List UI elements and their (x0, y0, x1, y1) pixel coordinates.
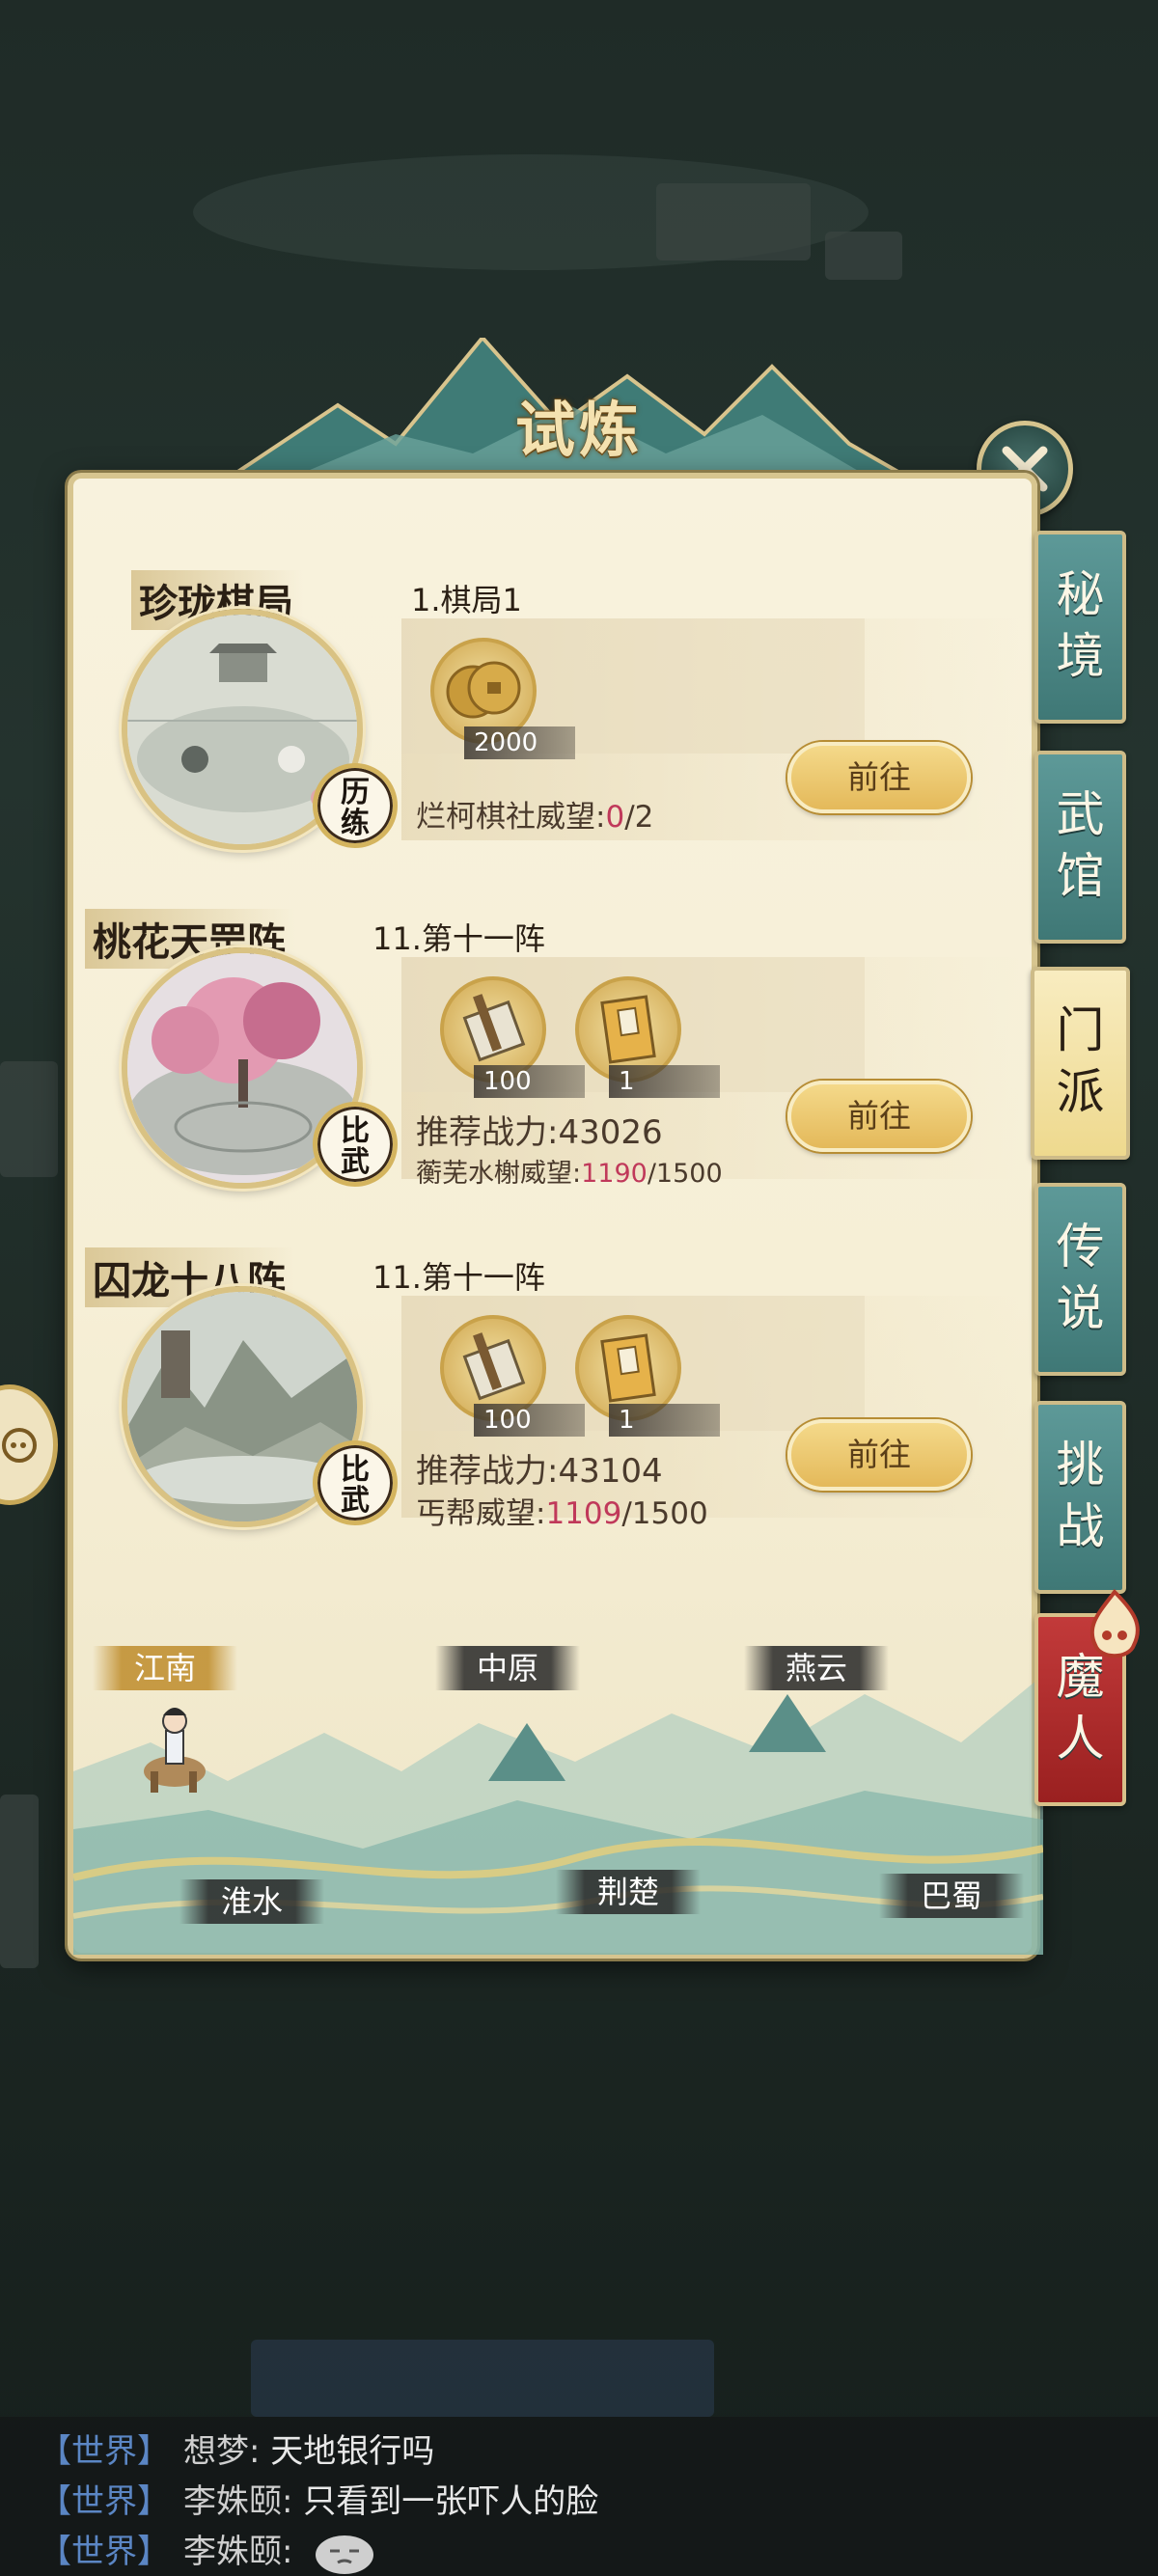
world-chat-panel[interactable]: 【世界】 想梦: 天地银行吗 【世界】 李姝颐: 只看到一张吓人的脸 【世界】 李姝颐… (0, 2417, 1158, 2576)
trial-panel: 珍珑棋局 1.棋局1 历练 2000 烂柯棋社威望:0/2 前往 桃花天罡阵 1… (68, 473, 1043, 1959)
trial-row: 囚龙十八阵 11.第十一阵 比武 100 1 推荐战力:43104 丐帮威望:1… (73, 1247, 1043, 1566)
tab-legend[interactable]: 传说 (1034, 1183, 1126, 1376)
trial-row: 桃花天罡阵 11.第十一阵 比武 100 1 推荐战力:43026 蘅芜水榭威望… (73, 909, 1043, 1227)
item-count: 100 (474, 1065, 585, 1098)
recommended-power: 推荐战力:43026 (416, 1113, 663, 1152)
tab-challenge[interactable]: 挑战 (1034, 1401, 1126, 1594)
item-count: 2000 (464, 726, 575, 759)
region-jingchu[interactable]: 荆楚 (556, 1870, 701, 1914)
background-house (825, 232, 902, 280)
region-zhongyuan[interactable]: 中原 (435, 1646, 580, 1690)
badge-training: 历练 (313, 763, 398, 848)
row-subtitle: 11.第十一阵 (372, 920, 545, 957)
reward-item[interactable]: 1 (570, 976, 720, 1098)
trial-row: 珍珑棋局 1.棋局1 历练 2000 烂柯棋社威望:0/2 前往 (73, 570, 1043, 889)
chat-bubble-button[interactable] (0, 1384, 58, 1505)
region-huaishui[interactable]: 淮水 (179, 1879, 324, 1924)
background-house (656, 183, 811, 260)
reputation-line: 蘅芜水榭威望:1190/1500 (416, 1159, 723, 1189)
background-building (251, 2340, 714, 2417)
badge-compete: 比武 (313, 1440, 398, 1525)
chat-message: 【世界】 李姝颐: (39, 2525, 378, 2576)
recommended-power: 推荐战力:43104 (416, 1452, 663, 1491)
emoji-sticker-icon (316, 2535, 374, 2574)
player-avatar-on-horse (144, 1708, 206, 1793)
tab-secret-realm[interactable]: 秘境 (1034, 531, 1126, 724)
page-title: 试炼 (514, 395, 643, 465)
background-house (0, 1795, 39, 1968)
chat-bubble-icon (2, 1428, 37, 1463)
item-count: 100 (474, 1404, 585, 1437)
reward-item[interactable]: 1 (570, 1315, 720, 1437)
reward-item[interactable]: 100 (435, 1315, 585, 1437)
go-button[interactable]: 前往 (787, 742, 971, 813)
badge-compete: 比武 (313, 1102, 398, 1187)
row-subtitle: 11.第十一阵 (372, 1259, 545, 1296)
tab-sect[interactable]: 门派 (1031, 967, 1130, 1160)
item-count: 1 (609, 1404, 720, 1437)
chat-message: 【世界】 想梦: 天地银行吗 (39, 2432, 435, 2471)
item-count: 1 (609, 1065, 720, 1098)
demon-flame-icon (1089, 1588, 1140, 1658)
region-map: 江南 中原 燕云 淮水 荆楚 巴蜀 (73, 1636, 1043, 1955)
background-house (0, 1061, 58, 1177)
chat-message: 【世界】 李姝颐: 只看到一张吓人的脸 (39, 2482, 599, 2521)
reputation-line: 烂柯棋社威望:0/2 (416, 800, 654, 835)
reward-item[interactable]: 2000 (426, 638, 575, 759)
reputation-line: 丐帮威望:1109/1500 (416, 1496, 708, 1531)
region-bashu[interactable]: 巴蜀 (879, 1874, 1024, 1918)
go-button[interactable]: 前往 (787, 1081, 971, 1152)
region-yanyun[interactable]: 燕云 (744, 1646, 889, 1690)
go-button[interactable]: 前往 (787, 1419, 971, 1491)
reward-item[interactable]: 100 (435, 976, 585, 1098)
tab-martial-hall[interactable]: 武馆 (1034, 751, 1126, 944)
region-jiangnan[interactable]: 江南 (93, 1646, 237, 1690)
row-subtitle: 1.棋局1 (411, 582, 522, 618)
